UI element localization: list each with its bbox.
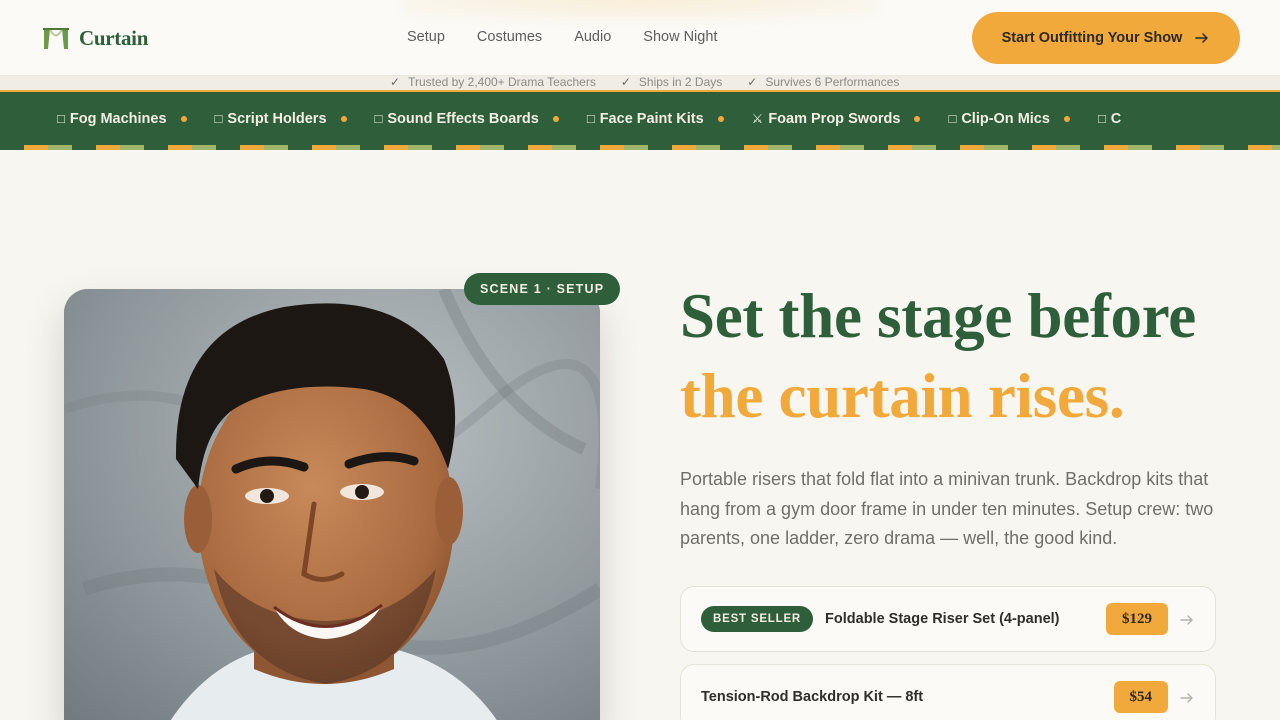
arrow-right-icon xyxy=(1180,693,1193,703)
marquee-item-foam-prop-swords[interactable]: ⚔ Foam Prop Swords xyxy=(752,111,901,127)
curtain-logo-icon xyxy=(43,27,69,49)
check-icon: ✓ xyxy=(390,75,401,89)
trust-item: ✓ Ships in 2 Days xyxy=(620,75,723,89)
box-icon: □ xyxy=(214,111,223,126)
separator-dot xyxy=(1063,115,1070,122)
nav-setup[interactable]: Setup xyxy=(407,29,445,45)
hero-photo xyxy=(64,289,600,720)
site-header: Curtain Setup Costumes Audio Show Night … xyxy=(0,0,1280,76)
header-glow xyxy=(400,0,880,20)
portrait-illustration xyxy=(64,289,600,720)
marquee-item-face-paint-kits[interactable]: □ Face Paint Kits xyxy=(587,111,704,127)
arrow-right-icon xyxy=(1180,615,1193,625)
headline-line-2: the curtain rises. xyxy=(680,361,1125,431)
headline-line-1: Set the stage before xyxy=(680,281,1196,351)
box-icon: □ xyxy=(1097,111,1106,126)
separator-dot xyxy=(180,115,187,122)
product-row-backdrop-kit[interactable]: Tension-Rod Backdrop Kit — 8ft $54 xyxy=(680,664,1216,720)
check-icon: ✓ xyxy=(620,75,631,89)
separator-dot xyxy=(914,115,921,122)
separator-dot xyxy=(717,115,724,122)
box-icon: □ xyxy=(374,111,383,126)
trust-item: ✓ Survives 6 Performances xyxy=(747,75,900,89)
start-outfitting-button[interactable]: Start Outfitting Your Show xyxy=(972,12,1240,64)
box-icon: □ xyxy=(586,111,595,126)
product-price: $129 xyxy=(1106,603,1168,635)
check-icon: ✓ xyxy=(747,75,758,89)
marquee-item-fog-machines[interactable]: □ Fog Machines xyxy=(57,111,167,127)
marquee-track: □ Fog Machines □ Script Holders □ Sound Eff… xyxy=(57,92,1121,145)
nav-costumes[interactable]: Costumes xyxy=(477,29,542,45)
box-icon: □ xyxy=(948,111,957,126)
product-marquee: □ Fog Machines □ Script Holders □ Sound Eff… xyxy=(0,92,1280,145)
marquee-item-clip-on-mics[interactable]: □ Clip-On Mics xyxy=(948,111,1049,127)
product-name: Foldable Stage Riser Set (4-panel) xyxy=(825,611,1060,627)
decorative-stripe xyxy=(0,145,1280,150)
hero-description: Portable risers that fold flat into a mi… xyxy=(680,469,1214,548)
hero-headline: Set the stage before the curtain rises. xyxy=(680,276,1260,436)
product-name: Tension-Rod Backdrop Kit — 8ft xyxy=(701,689,924,705)
separator-dot xyxy=(340,115,347,122)
product-price: $54 xyxy=(1113,681,1168,713)
marquee-item-script-holders[interactable]: □ Script Holders xyxy=(215,111,327,127)
best-seller-badge: BEST SELLER xyxy=(701,606,814,632)
cta-label: Start Outfitting Your Show xyxy=(1001,30,1183,46)
brand-name: Curtain xyxy=(79,26,149,50)
crossed-swords-icon: ⚔ xyxy=(751,110,764,126)
trust-list: ✓ Trusted by 2,400+ Drama Teachers ✓ Ships… xyxy=(390,75,899,89)
nav-show-night[interactable]: Show Night xyxy=(643,29,717,45)
nav-audio[interactable]: Audio xyxy=(574,29,611,45)
box-icon: □ xyxy=(57,111,65,126)
trust-item: ✓ Trusted by 2,400+ Drama Teachers xyxy=(390,75,596,89)
marquee-item-sound-effects-boards[interactable]: □ Sound Effects Boards xyxy=(375,111,539,127)
scene-badge: SCENE 1 · SETUP xyxy=(464,273,621,305)
product-row-stage-riser[interactable]: BEST SELLER Foldable Stage Riser Set (4-… xyxy=(680,586,1216,652)
arrow-right-icon xyxy=(1195,33,1209,43)
logo[interactable]: Curtain xyxy=(43,26,148,51)
main-nav: Setup Costumes Audio Show Night xyxy=(407,29,717,45)
marquee-item-partial[interactable]: □ C xyxy=(1098,111,1121,127)
separator-dot xyxy=(552,115,559,122)
